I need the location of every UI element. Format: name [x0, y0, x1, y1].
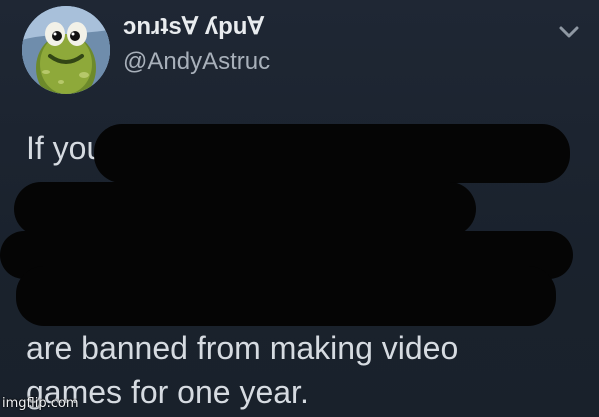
tweet-text-start: If you [26, 130, 105, 166]
avatar-image [22, 6, 110, 94]
author-handle[interactable]: @AndyAstruc [123, 48, 270, 76]
author-display-name[interactable]: ɔnɹʇs∀ ʎpu∀ [123, 12, 264, 41]
redaction-bar [14, 182, 476, 236]
redaction-bar [16, 266, 556, 326]
watermark: imgflip.com [2, 396, 79, 411]
chevron-down-icon-svg [559, 26, 579, 38]
avatar[interactable] [22, 6, 110, 94]
chevron-down-icon[interactable] [558, 24, 580, 40]
tweet-card: ɔnɹʇs∀ ʎpu∀ @AndyAstruc If you are banne… [0, 0, 599, 417]
tweet-text-line-2: are banned from making video [26, 330, 459, 366]
redaction-bar [94, 124, 570, 183]
